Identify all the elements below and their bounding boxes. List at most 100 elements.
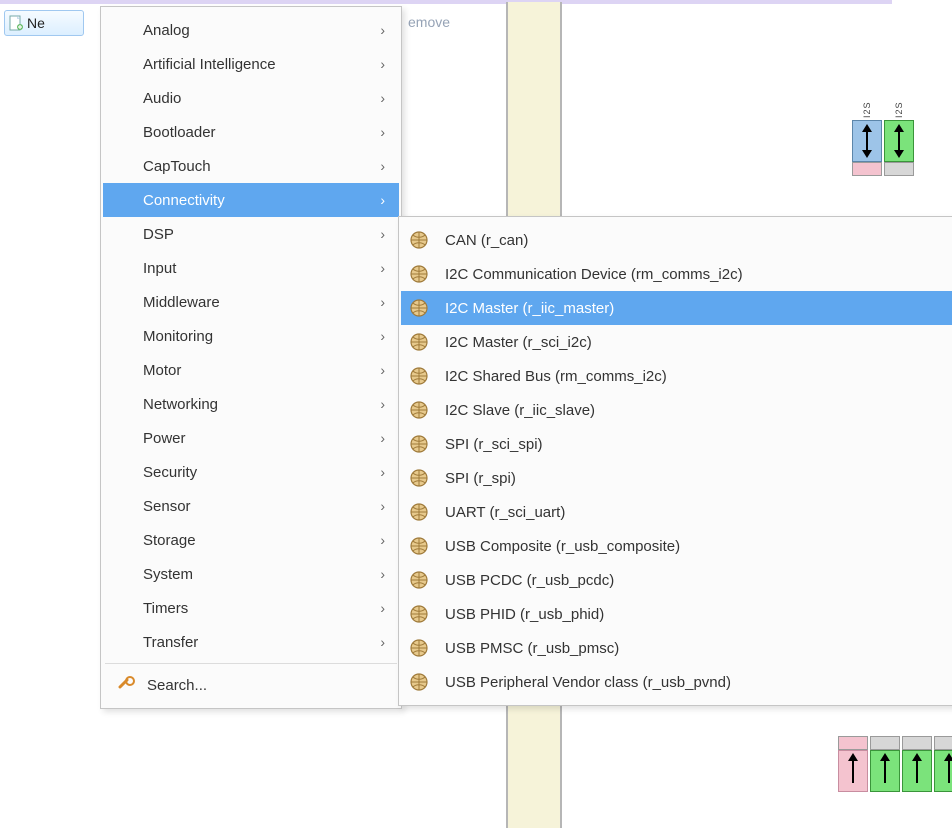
module-icon xyxy=(409,298,429,318)
module-icon xyxy=(409,264,429,284)
double-arrow-icon xyxy=(862,124,872,158)
submenu-item-i2c-master-sci[interactable]: I2C Master (r_sci_i2c) xyxy=(401,325,952,359)
menu-item-connectivity[interactable]: Connectivity › xyxy=(103,183,399,217)
remove-button-label[interactable]: emove xyxy=(408,14,450,30)
menu-item-label: Bootloader xyxy=(121,124,356,141)
pin[interactable] xyxy=(902,736,932,792)
menu-item-label: Sensor xyxy=(121,498,356,515)
submenu-item-label: I2C Shared Bus (rm_comms_i2c) xyxy=(445,368,939,385)
submenu-item-label: I2C Master (r_iic_master) xyxy=(445,300,939,317)
submenu-item-label: I2C Master (r_sci_i2c) xyxy=(445,334,939,351)
submenu-item-can[interactable]: CAN (r_can) xyxy=(401,223,952,257)
submenu-item-label: USB PCDC (r_usb_pcdc) xyxy=(445,572,939,589)
pin-body xyxy=(884,120,914,162)
module-icon xyxy=(409,638,429,658)
module-icon xyxy=(409,604,429,624)
pin-foot xyxy=(934,736,952,750)
menu-item-label: Monitoring xyxy=(121,328,356,345)
chevron-right-icon: › xyxy=(380,362,385,378)
menu-item-networking[interactable]: Networking › xyxy=(103,387,399,421)
submenu-item-usb-phid[interactable]: USB PHID (r_usb_phid) xyxy=(401,597,952,631)
bg-top-border xyxy=(0,0,892,4)
pin[interactable] xyxy=(838,736,868,792)
pin[interactable] xyxy=(934,736,952,792)
chevron-right-icon: › xyxy=(380,566,385,582)
pin-block-bottom xyxy=(838,736,952,792)
chevron-right-icon: › xyxy=(380,56,385,72)
submenu-item-usb-pvnd[interactable]: USB Peripheral Vendor class (r_usb_pvnd) xyxy=(401,665,952,699)
submenu-item-label: USB PMSC (r_usb_pmsc) xyxy=(445,640,939,657)
search-icon xyxy=(117,675,137,695)
menu-item-storage[interactable]: Storage › xyxy=(103,523,399,557)
submenu-item-spi-sci[interactable]: SPI (r_sci_spi) xyxy=(401,427,952,461)
menu-item-label: Middleware xyxy=(121,294,356,311)
menu-item-label: Input xyxy=(121,260,356,277)
menu-item-label: Storage xyxy=(121,532,356,549)
chevron-right-icon: › xyxy=(380,192,385,208)
menu-item-bootloader[interactable]: Bootloader › xyxy=(103,115,399,149)
menu-item-label: Connectivity xyxy=(121,192,356,209)
menu-item-label: Analog xyxy=(121,22,356,39)
menu-item-label: Networking xyxy=(121,396,356,413)
menu-item-timers[interactable]: Timers › xyxy=(103,591,399,625)
menu-item-label: Audio xyxy=(121,90,356,107)
menu-item-label: Power xyxy=(121,430,356,447)
module-icon xyxy=(409,400,429,420)
submenu-item-uart[interactable]: UART (r_sci_uart) xyxy=(401,495,952,529)
chevron-right-icon: › xyxy=(380,464,385,480)
pin-body xyxy=(870,750,900,792)
menu-item-dsp[interactable]: DSP › xyxy=(103,217,399,251)
chevron-right-icon: › xyxy=(380,90,385,106)
menu-item-analog[interactable]: Analog › xyxy=(103,13,399,47)
menu-item-captouch[interactable]: CapTouch › xyxy=(103,149,399,183)
menu-separator xyxy=(105,663,397,664)
chevron-right-icon: › xyxy=(380,22,385,38)
menu-item-sensor[interactable]: Sensor › xyxy=(103,489,399,523)
pin-body xyxy=(934,750,952,792)
up-arrow-icon xyxy=(880,753,890,783)
pin-body xyxy=(902,750,932,792)
module-icon xyxy=(409,502,429,522)
pin-foot xyxy=(902,736,932,750)
chevron-right-icon: › xyxy=(380,532,385,548)
submenu-item-i2c-master-iic[interactable]: I2C Master (r_iic_master) xyxy=(401,291,952,325)
chevron-right-icon: › xyxy=(380,396,385,412)
chevron-right-icon: › xyxy=(380,600,385,616)
up-arrow-icon xyxy=(848,753,858,783)
menu-item-search[interactable]: Search... xyxy=(103,668,399,702)
document-plus-icon xyxy=(9,15,23,31)
menu-item-power[interactable]: Power › xyxy=(103,421,399,455)
category-context-menu: Analog › Artificial Intelligence › Audio… xyxy=(100,6,402,709)
submenu-item-i2c-comm-device[interactable]: I2C Communication Device (rm_comms_i2c) xyxy=(401,257,952,291)
menu-item-system[interactable]: System › xyxy=(103,557,399,591)
module-icon xyxy=(409,570,429,590)
submenu-item-i2c-shared-bus[interactable]: I2C Shared Bus (rm_comms_i2c) xyxy=(401,359,952,393)
pin[interactable]: I2S xyxy=(852,100,882,176)
pin[interactable]: I2S xyxy=(884,100,914,176)
menu-item-label: Security xyxy=(121,464,356,481)
submenu-item-label: I2C Slave (r_iic_slave) xyxy=(445,402,939,419)
submenu-item-label: USB PHID (r_usb_phid) xyxy=(445,606,939,623)
submenu-item-i2c-slave[interactable]: I2C Slave (r_iic_slave) xyxy=(401,393,952,427)
menu-item-input[interactable]: Input › xyxy=(103,251,399,285)
pin-body xyxy=(852,120,882,162)
submenu-item-spi[interactable]: SPI (r_spi) xyxy=(401,461,952,495)
menu-item-monitoring[interactable]: Monitoring › xyxy=(103,319,399,353)
menu-item-label: Search... xyxy=(147,677,385,694)
submenu-item-usb-composite[interactable]: USB Composite (r_usb_composite) xyxy=(401,529,952,563)
new-stack-button[interactable]: Ne xyxy=(4,10,84,36)
module-icon xyxy=(409,672,429,692)
pin[interactable] xyxy=(870,736,900,792)
double-arrow-icon xyxy=(894,124,904,158)
submenu-item-usb-pmsc[interactable]: USB PMSC (r_usb_pmsc) xyxy=(401,631,952,665)
menu-item-security[interactable]: Security › xyxy=(103,455,399,489)
menu-item-middleware[interactable]: Middleware › xyxy=(103,285,399,319)
menu-item-audio[interactable]: Audio › xyxy=(103,81,399,115)
up-arrow-icon xyxy=(944,753,952,783)
submenu-item-label: SPI (r_sci_spi) xyxy=(445,436,939,453)
menu-item-artificial-intelligence[interactable]: Artificial Intelligence › xyxy=(103,47,399,81)
menu-item-transfer[interactable]: Transfer › xyxy=(103,625,399,659)
chevron-right-icon: › xyxy=(380,328,385,344)
submenu-item-usb-pcdc[interactable]: USB PCDC (r_usb_pcdc) xyxy=(401,563,952,597)
menu-item-motor[interactable]: Motor › xyxy=(103,353,399,387)
